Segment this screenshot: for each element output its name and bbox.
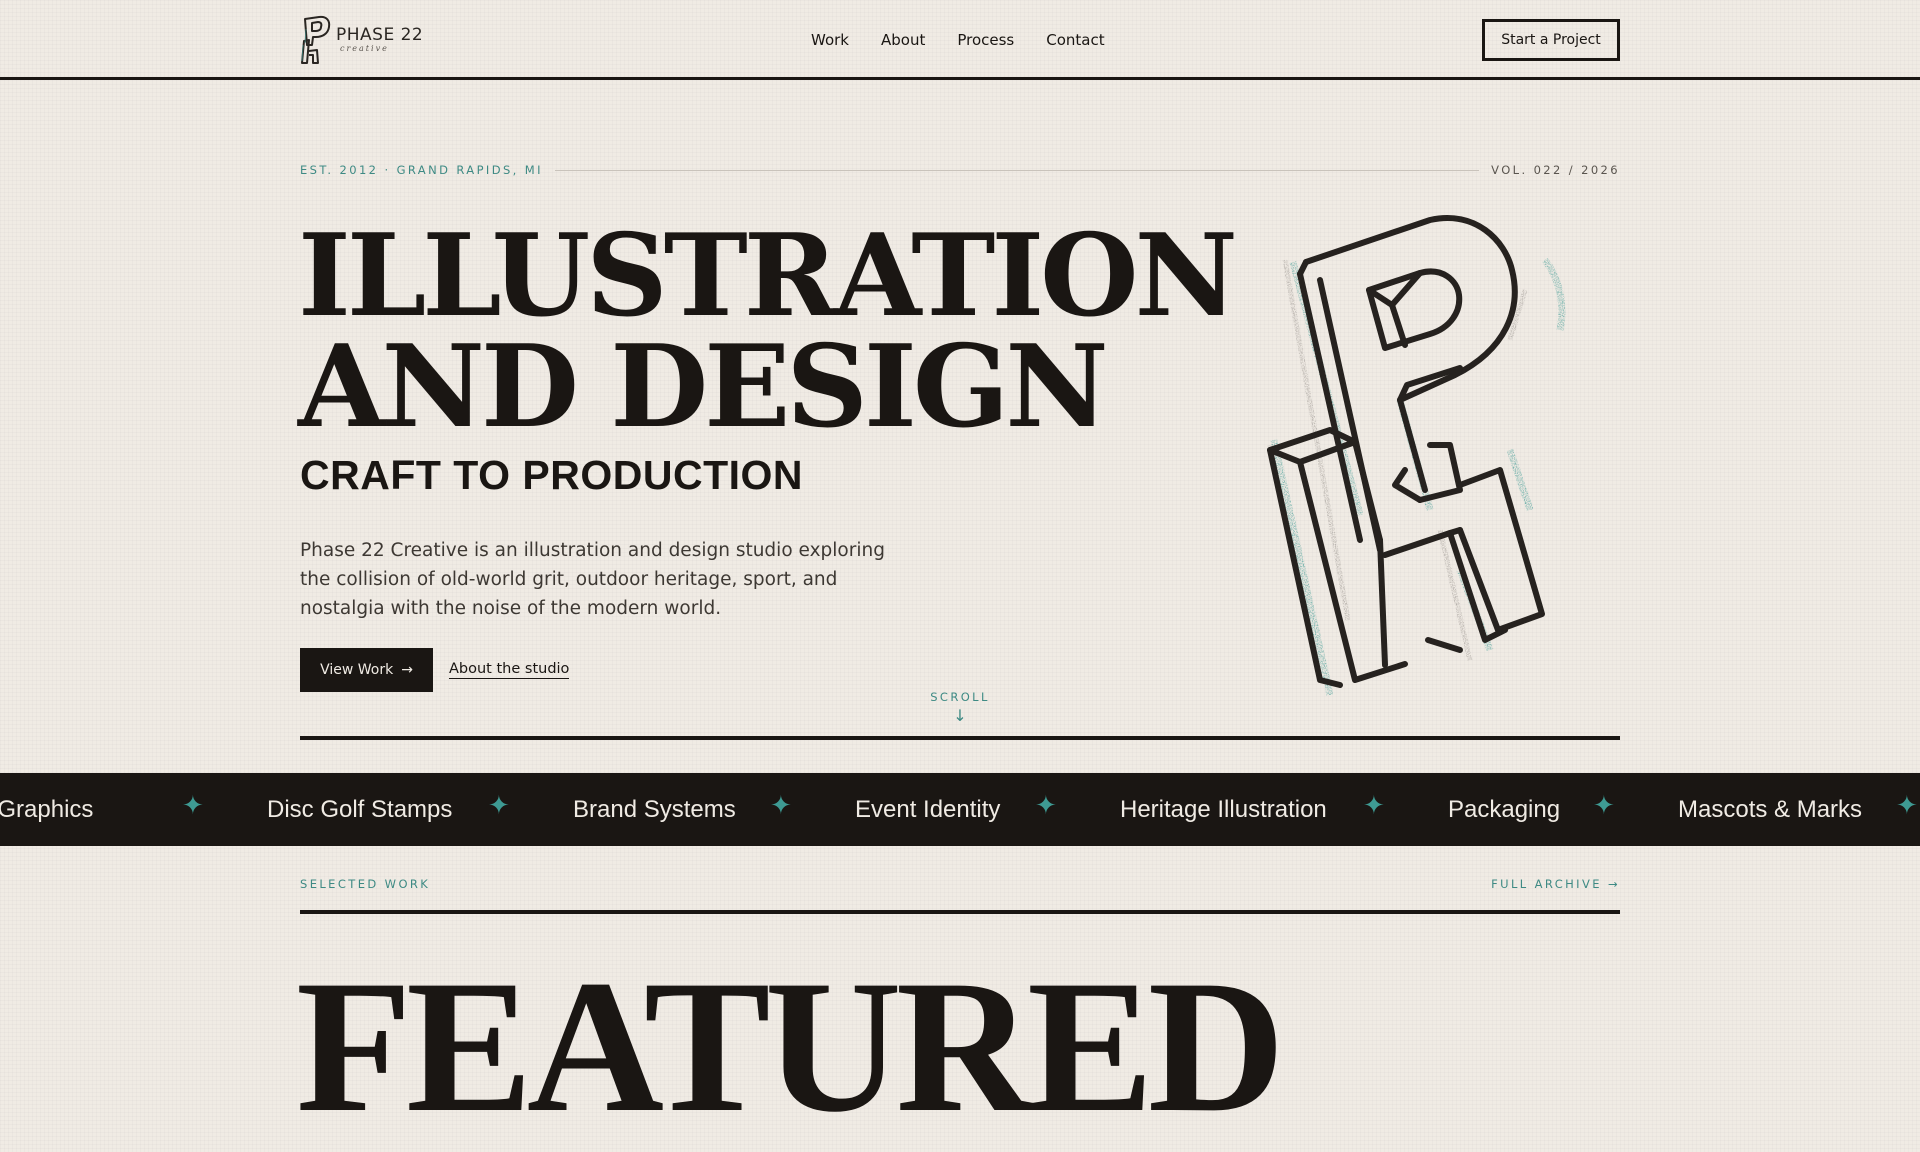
- marquee-item: Disc Golf Stamps: [267, 796, 453, 823]
- marquee-item: Apparel Graphics: [0, 796, 94, 823]
- volume-label: VOL. 022 / 2026: [1491, 163, 1620, 177]
- star-separator-icon: ✦: [1363, 791, 1385, 821]
- marquee-item: Event Identity: [855, 796, 1001, 823]
- scroll-indicator[interactable]: SCROLL ↓: [920, 690, 1000, 725]
- selected-work-header: SELECTED WORK FULL ARCHIVE →: [300, 877, 1620, 895]
- hero-subtitle: CRAFT TO PRODUCTION: [300, 452, 804, 498]
- established-label: EST. 2012 · GRAND RAPIDS, MI: [300, 163, 543, 177]
- logo-name: PHASE 22: [336, 25, 424, 45]
- scroll-label: SCROLL: [930, 690, 990, 704]
- nav-link-process[interactable]: Process: [957, 30, 1014, 50]
- star-separator-icon: ✦: [1896, 791, 1918, 821]
- meta-divider: [554, 169, 1480, 171]
- about-studio-link[interactable]: About the studio: [449, 660, 570, 679]
- selected-work-divider: [300, 910, 1620, 914]
- star-separator-icon: ✦: [182, 791, 204, 821]
- marquee-item: Brand Systems: [573, 796, 736, 823]
- star-separator-icon: ✦: [488, 791, 510, 821]
- hero-meta-row: EST. 2012 · GRAND RAPIDS, MI VOL. 022 / …: [300, 161, 1620, 179]
- logo-subtitle: creative: [340, 44, 389, 53]
- marquee-item: Packaging: [1448, 796, 1561, 823]
- full-archive-link[interactable]: FULL ARCHIVE →: [1491, 877, 1620, 891]
- nav-link-work[interactable]: Work: [811, 30, 849, 50]
- main-nav: Work About Process Contact: [811, 30, 1137, 50]
- isometric-p-h-monogram-illustration: [1267, 215, 1566, 696]
- star-separator-icon: ✦: [1593, 791, 1615, 821]
- nav-link-about[interactable]: About: [881, 30, 925, 50]
- marquee-item: Heritage Illustration: [1120, 796, 1327, 823]
- star-separator-icon: ✦: [770, 791, 792, 821]
- hero-title-line-2: AND DESIGN: [298, 320, 1109, 453]
- arrow-right-icon: →: [401, 662, 413, 678]
- hero-title: ILLUSTRATION AND DESIGN: [298, 219, 1238, 443]
- services-marquee: Apparel Graphics ✦ Disc Golf Stamps ✦ Br…: [0, 773, 1920, 846]
- hero-divider: [300, 736, 1620, 740]
- view-work-label: View Work: [320, 662, 394, 678]
- marquee-item: Mascots & Marks: [1678, 796, 1863, 823]
- logo[interactable]: PHASE 22 creative: [300, 14, 423, 66]
- featured-heading: FEATURED: [296, 942, 1285, 1152]
- selected-work-label: SELECTED WORK: [300, 877, 431, 891]
- ph-monogram-icon: [301, 15, 331, 64]
- hero-description: Phase 22 Creative is an illustration and…: [300, 540, 885, 619]
- arrow-down-icon: ↓: [953, 706, 967, 725]
- view-work-button[interactable]: View Work →: [300, 648, 433, 692]
- star-separator-icon: ✦: [1035, 791, 1057, 821]
- nav-link-contact[interactable]: Contact: [1046, 30, 1104, 50]
- site-header: PHASE 22 creative Work About Process Con…: [0, 0, 1920, 80]
- start-project-button[interactable]: Start a Project: [1482, 19, 1620, 61]
